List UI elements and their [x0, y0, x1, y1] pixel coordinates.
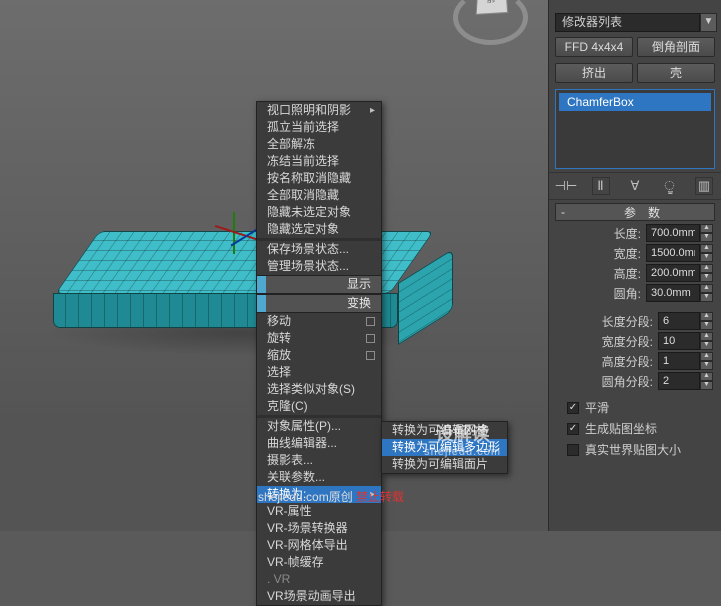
- fs-down[interactable]: ▼: [700, 381, 713, 390]
- viewcube[interactable]: 前: [453, 0, 528, 45]
- submenu-to-editable-patch[interactable]: 转换为可编辑面片: [382, 456, 507, 473]
- fillet-input[interactable]: [646, 284, 700, 302]
- width-up[interactable]: ▲: [700, 244, 713, 253]
- fs-up[interactable]: ▲: [700, 372, 713, 381]
- viewcube-front-face[interactable]: 前: [476, 0, 508, 15]
- modifier-stack[interactable]: ChamferBox: [555, 89, 715, 169]
- rollup-toggle-icon[interactable]: -: [556, 205, 570, 219]
- rollup-title: 参数: [570, 204, 714, 221]
- btn-shell[interactable]: 壳: [637, 63, 715, 83]
- gen-uv-checkbox[interactable]: ✓: [567, 423, 579, 435]
- length-up[interactable]: ▲: [700, 224, 713, 233]
- footer-warn: 禁止转载: [356, 490, 404, 504]
- menu-select-similar[interactable]: 选择类似对象(S): [257, 381, 381, 398]
- width-label: 宽度:: [576, 245, 646, 262]
- gen-uv-label: 生成贴图坐标: [585, 420, 657, 437]
- menu-vr-scene-converter[interactable]: VR-场景转换器: [257, 520, 381, 537]
- group-transform-label: 变换: [347, 296, 371, 310]
- width-input[interactable]: [646, 244, 700, 262]
- menu-scale[interactable]: 缩放: [257, 347, 381, 364]
- height-input[interactable]: [646, 264, 700, 282]
- length-input[interactable]: [646, 224, 700, 242]
- menu-dope-sheet[interactable]: 摄影表...: [257, 452, 381, 469]
- ls-down[interactable]: ▼: [700, 321, 713, 330]
- height-segs-label: 高度分段:: [574, 353, 658, 370]
- show-end-result-icon[interactable]: Ⅱ: [592, 177, 610, 195]
- watermark-title: 设解读: [436, 424, 490, 444]
- menu-curve-editor[interactable]: 曲线编辑器...: [257, 435, 381, 452]
- menu-hide-selected[interactable]: 隐藏选定对象: [257, 221, 381, 238]
- fillet-down[interactable]: ▼: [700, 293, 713, 302]
- fillet-up[interactable]: ▲: [700, 284, 713, 293]
- width-segs-label: 宽度分段:: [574, 333, 658, 350]
- configure-modifier-icon[interactable]: ▥: [695, 177, 713, 195]
- menu-hide-unselected[interactable]: 隐藏未选定对象: [257, 204, 381, 221]
- menu-object-properties[interactable]: 对象属性(P)...: [257, 418, 381, 435]
- smooth-label: 平滑: [585, 399, 609, 416]
- make-unique-icon[interactable]: ∀: [626, 177, 644, 195]
- menu-move[interactable]: 移动: [257, 313, 381, 330]
- btn-extrude[interactable]: 挤出: [555, 63, 633, 83]
- modify-panel: 修改器列表 ▼ FFD 4x4x4 倒角剖面 挤出 壳 ChamferBox ⊣…: [548, 0, 721, 531]
- length-label: 长度:: [576, 225, 646, 242]
- menu-viewport-lighting[interactable]: 视口照明和阴影: [257, 102, 381, 119]
- rollup-params[interactable]: - 参数: [555, 203, 715, 221]
- ws-up[interactable]: ▲: [700, 332, 713, 341]
- remove-modifier-icon[interactable]: ੂ: [661, 177, 679, 195]
- height-label: 高度:: [576, 265, 646, 282]
- menu-unhide-all[interactable]: 全部取消隐藏: [257, 187, 381, 204]
- menu-unhide-by-name[interactable]: 按名称取消隐藏: [257, 170, 381, 187]
- menu-rotate[interactable]: 旋转: [257, 330, 381, 347]
- ls-up[interactable]: ▲: [700, 312, 713, 321]
- real-world-checkbox[interactable]: [567, 444, 579, 456]
- menu-clone[interactable]: 克隆(C): [257, 398, 381, 415]
- modifier-list-arrow[interactable]: ▼: [700, 13, 717, 32]
- menu-vr-anim-export[interactable]: VR场景动画导出: [257, 588, 381, 605]
- menu-freeze-selection[interactable]: 冻结当前选择: [257, 153, 381, 170]
- menu-vr-item-dim: . VR: [257, 571, 381, 588]
- hs-down[interactable]: ▼: [700, 361, 713, 370]
- stack-item-chamferbox[interactable]: ChamferBox: [559, 93, 711, 111]
- menu-vr-mesh-export[interactable]: VR-网格体导出: [257, 537, 381, 554]
- width-down[interactable]: ▼: [700, 253, 713, 262]
- menu-wire-parameters[interactable]: 关联参数...: [257, 469, 381, 486]
- menu-isolate-selection[interactable]: 孤立当前选择: [257, 119, 381, 136]
- btn-ffd[interactable]: FFD 4x4x4: [555, 37, 633, 57]
- fillet-label: 圆角:: [576, 285, 646, 302]
- footer-credit: shejiedu.com原创 禁止转载: [258, 488, 404, 505]
- menu-manage-scene-state[interactable]: 管理场景状态...: [257, 258, 381, 275]
- height-segs-input[interactable]: [658, 352, 700, 370]
- context-menu[interactable]: 视口照明和阴影 孤立当前选择 全部解冻 冻结当前选择 按名称取消隐藏 全部取消隐…: [256, 101, 382, 606]
- btn-chamfer-profile[interactable]: 倒角剖面: [637, 37, 715, 57]
- watermark-sub: shejiedu.com: [424, 446, 501, 458]
- stack-toolbar: ⊣⊢ Ⅱ ∀ ੂ ▥: [549, 172, 721, 200]
- menu-group-display: 显示: [257, 275, 381, 294]
- height-up[interactable]: ▲: [700, 264, 713, 273]
- modifier-list[interactable]: 修改器列表 ▼: [555, 13, 717, 32]
- menu-vr-properties[interactable]: VR-属性: [257, 503, 381, 520]
- modifier-list-field: 修改器列表: [555, 13, 700, 32]
- length-segs-input[interactable]: [658, 312, 700, 330]
- ws-down[interactable]: ▼: [700, 341, 713, 350]
- width-segs-input[interactable]: [658, 332, 700, 350]
- menu-vr-framebuffer[interactable]: VR-帧缓存: [257, 554, 381, 571]
- length-down[interactable]: ▼: [700, 233, 713, 242]
- axis-gizmo[interactable]: [210, 210, 260, 270]
- pin-stack-icon[interactable]: ⊣⊢: [557, 177, 575, 195]
- watermark: 设解读 shejiedu.com: [424, 420, 501, 458]
- real-world-label: 真实世界贴图大小: [585, 441, 681, 458]
- menu-save-scene-state[interactable]: 保存场景状态...: [257, 241, 381, 258]
- footer-site: shejiedu.com原创: [258, 490, 356, 504]
- menu-unfreeze-all[interactable]: 全部解冻: [257, 136, 381, 153]
- fillet-segs-label: 圆角分段:: [574, 373, 658, 390]
- smooth-checkbox[interactable]: ✓: [567, 402, 579, 414]
- group-display-label: 显示: [347, 277, 371, 291]
- menu-select[interactable]: 选择: [257, 364, 381, 381]
- hs-up[interactable]: ▲: [700, 352, 713, 361]
- length-segs-label: 长度分段:: [574, 313, 658, 330]
- height-down[interactable]: ▼: [700, 273, 713, 282]
- fillet-segs-input[interactable]: [658, 372, 700, 390]
- menu-group-transform: 变换: [257, 294, 381, 313]
